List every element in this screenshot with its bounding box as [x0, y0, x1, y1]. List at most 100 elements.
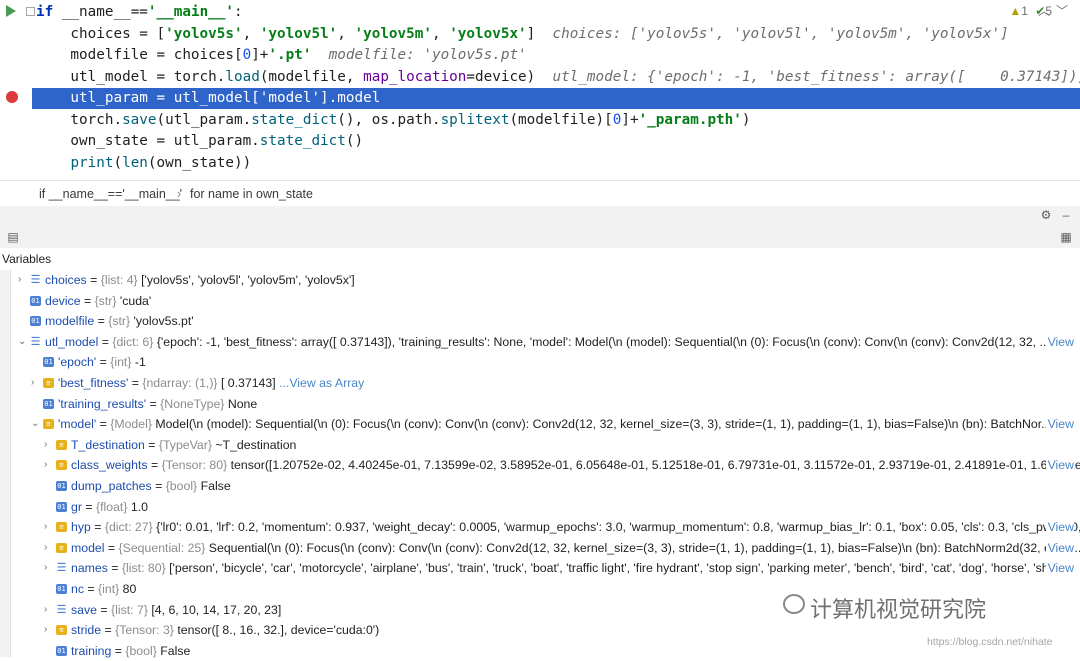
view-link[interactable]: View [1045, 455, 1074, 476]
code-line[interactable]: modelfile = choices[0]+'.pt' modelfile: … [36, 45, 526, 66]
view-as-array-link[interactable]: ...View as Array [279, 376, 364, 390]
code-token: (), os.path. [337, 111, 441, 128]
collapse-arrow-icon[interactable]: ⌄ [31, 414, 39, 435]
view-link[interactable]: View [1045, 414, 1074, 435]
variable-row[interactable]: 01 dump_patches = {bool} False [10, 476, 1080, 497]
variable-name: stride [71, 623, 105, 638]
variable-row[interactable]: 01 'epoch' = {int} -1 [10, 352, 1080, 373]
code-token: save [122, 111, 157, 128]
variable-row[interactable]: › ≡ model = {Sequential: 25} Sequential(\n… [10, 537, 1080, 559]
variable-row[interactable]: 01 training = {bool} False [10, 641, 1080, 661]
code-token: if [36, 4, 62, 20]
view-link[interactable]: View [1045, 537, 1074, 559]
variable-value: ~T_destination [215, 437, 297, 452]
collapse-arrow-icon[interactable]: ⌄ [18, 332, 26, 353]
code-line[interactable]: choices = ['yolov5s', 'yolov5l', 'yolov5… [36, 24, 1009, 45]
code-token: 'yolov5l' [259, 25, 338, 42]
code-token: '_param.pth' [638, 111, 742, 128]
run-icon[interactable] [6, 5, 16, 17]
code-token: 'yolov5m' [354, 25, 432, 42]
variables-panel-title: Variables [0, 248, 1080, 270]
equals-sign: = [83, 293, 95, 308]
object-type-icon: ≡ [56, 625, 67, 636]
code-line[interactable]: print(len(own_state)) [36, 153, 251, 174]
variable-type: {dict: 6} [112, 334, 157, 349]
variable-row[interactable]: 01 'training_results' = {NoneType} None [10, 394, 1080, 415]
variable-row[interactable]: ⌄ ☰ utl_model = {dict: 6} {'epoch': -1, 'b… [10, 331, 1080, 353]
variable-type: {str} [94, 293, 120, 308]
breadcrumb-item-for-loop[interactable]: for name in own_state [190, 187, 313, 201]
chevron-down-icon[interactable]: ﹀ [1056, 2, 1068, 19]
variable-row[interactable]: › ≡ 'best_fitness' = {ndarray: (1,)} [ 0.3… [10, 373, 1080, 394]
variable-value: [ 0.37143] [220, 376, 280, 390]
code-token: ]+ [251, 47, 269, 63]
variables-label: Variables [2, 252, 52, 266]
view-link[interactable]: View [1045, 517, 1074, 538]
value-type-icon: 01 [56, 584, 67, 594]
breadcrumb-item-if-main[interactable]: if __name__=='__main__' [39, 187, 182, 201]
expand-arrow-icon[interactable]: › [44, 517, 52, 538]
list-type-icon: ☰ [30, 273, 41, 286]
breakpoint-icon[interactable] [6, 91, 18, 103]
expand-arrow-icon[interactable]: › [31, 373, 39, 394]
editor-gutter[interactable] [0, 0, 35, 180]
code-token: (utl_param. [156, 111, 252, 128]
variable-row[interactable]: › ≡ T_destination = {TypeVar} ~T_destinati… [10, 435, 1080, 456]
variable-name: gr [71, 499, 86, 514]
value-type-icon: 01 [30, 316, 41, 327]
gear-icon[interactable]: ⚙ [1040, 209, 1052, 221]
variable-type: {ndarray: (1,)} [142, 376, 221, 390]
variable-row[interactable]: › ☰ names = {list: 80} ['person', 'bicycle… [10, 558, 1080, 579]
expand-arrow-icon[interactable]: › [44, 435, 52, 456]
variable-row[interactable]: › ≡ class_weights = {Tensor: 80} tensor([1… [10, 455, 1080, 476]
variable-name: 'epoch' [58, 355, 100, 370]
wechat-icon [783, 594, 805, 614]
inline-value-hint: choices: ['yolov5s', 'yolov5l', 'yolov5m… [552, 25, 1009, 42]
variable-row[interactable]: 01 gr = {float} 1.0 [10, 497, 1080, 518]
inline-value-hint: utl_model: {'epoch': -1, 'best_fitness':… [552, 68, 1080, 85]
variable-value: [4, 6, 10, 14, 17, 20, 23] [151, 602, 282, 617]
breadcrumb-separator: › [177, 187, 182, 201]
layout-icon[interactable]: ▦ [1060, 231, 1072, 243]
list-type-icon: ☰ [56, 602, 67, 616]
code-token: ]+ [621, 111, 639, 128]
view-link[interactable]: View [1045, 558, 1074, 579]
code-editor[interactable]: if __name__=='__main__': choices = ['yol… [0, 0, 1080, 180]
fold-marker-icon[interactable] [26, 7, 35, 16]
frames-icon[interactable]: ▤ [7, 231, 19, 243]
equals-sign: = [131, 376, 143, 390]
code-line-current[interactable]: utl_param = utl_model['model'].model [32, 88, 1080, 109]
variable-row[interactable]: 01 modelfile = {str} 'yolov5s.pt' [10, 311, 1080, 332]
watermark-url: https://blog.csdn.net/nihate [927, 636, 1053, 648]
variable-row[interactable]: › ☰ choices = {list: 4} ['yolov5s', 'yolov… [10, 270, 1080, 291]
chevron-up-icon[interactable]: ︿ [1038, 2, 1050, 19]
code-token: state_dict [251, 111, 338, 128]
expand-arrow-icon[interactable]: › [44, 600, 52, 621]
warning-icon: ▲ [1009, 4, 1022, 18]
code-line[interactable]: utl_model = torch.load(modelfile, map_lo… [36, 67, 1080, 88]
expand-arrow-icon[interactable]: › [44, 455, 52, 476]
expand-arrow-icon[interactable]: › [44, 538, 52, 559]
code-line[interactable]: torch.save(utl_param.state_dict(), os.pa… [36, 110, 750, 131]
variable-type: {list: 80} [121, 561, 170, 576]
variable-name: T_destination [71, 437, 149, 452]
variable-value: Model(\n (model): Sequential(\n (0): Foc… [155, 417, 1052, 432]
code-line[interactable]: own_state = utl_param.state_dict() [36, 131, 363, 152]
minimize-icon[interactable]: – [1060, 209, 1072, 221]
variable-row[interactable]: › ≡ hyp = {dict: 27} {'lr0': 0.01, 'lrf': … [10, 517, 1080, 538]
value-type-icon: 01 [56, 645, 67, 656]
code-line[interactable]: if __name__=='__main__': [36, 2, 243, 23]
expand-arrow-icon[interactable]: › [44, 620, 52, 641]
variable-name: training [71, 643, 115, 658]
view-link[interactable]: View [1045, 331, 1074, 353]
expand-arrow-icon[interactable]: › [44, 558, 52, 579]
variable-value: -1 [134, 355, 146, 370]
variable-row[interactable]: ⌄ ≡ 'model' = {Model} Model(\n (model): Se… [10, 414, 1080, 435]
weak-warning-count: 1 [1021, 4, 1028, 18]
equals-sign: = [149, 396, 161, 411]
variable-row[interactable]: 01 device = {str} 'cuda' [10, 291, 1080, 312]
variable-name: save [71, 602, 101, 617]
expand-arrow-icon[interactable]: › [18, 270, 26, 291]
code-token: splitext [440, 111, 510, 128]
object-type-icon: ≡ [56, 522, 67, 533]
